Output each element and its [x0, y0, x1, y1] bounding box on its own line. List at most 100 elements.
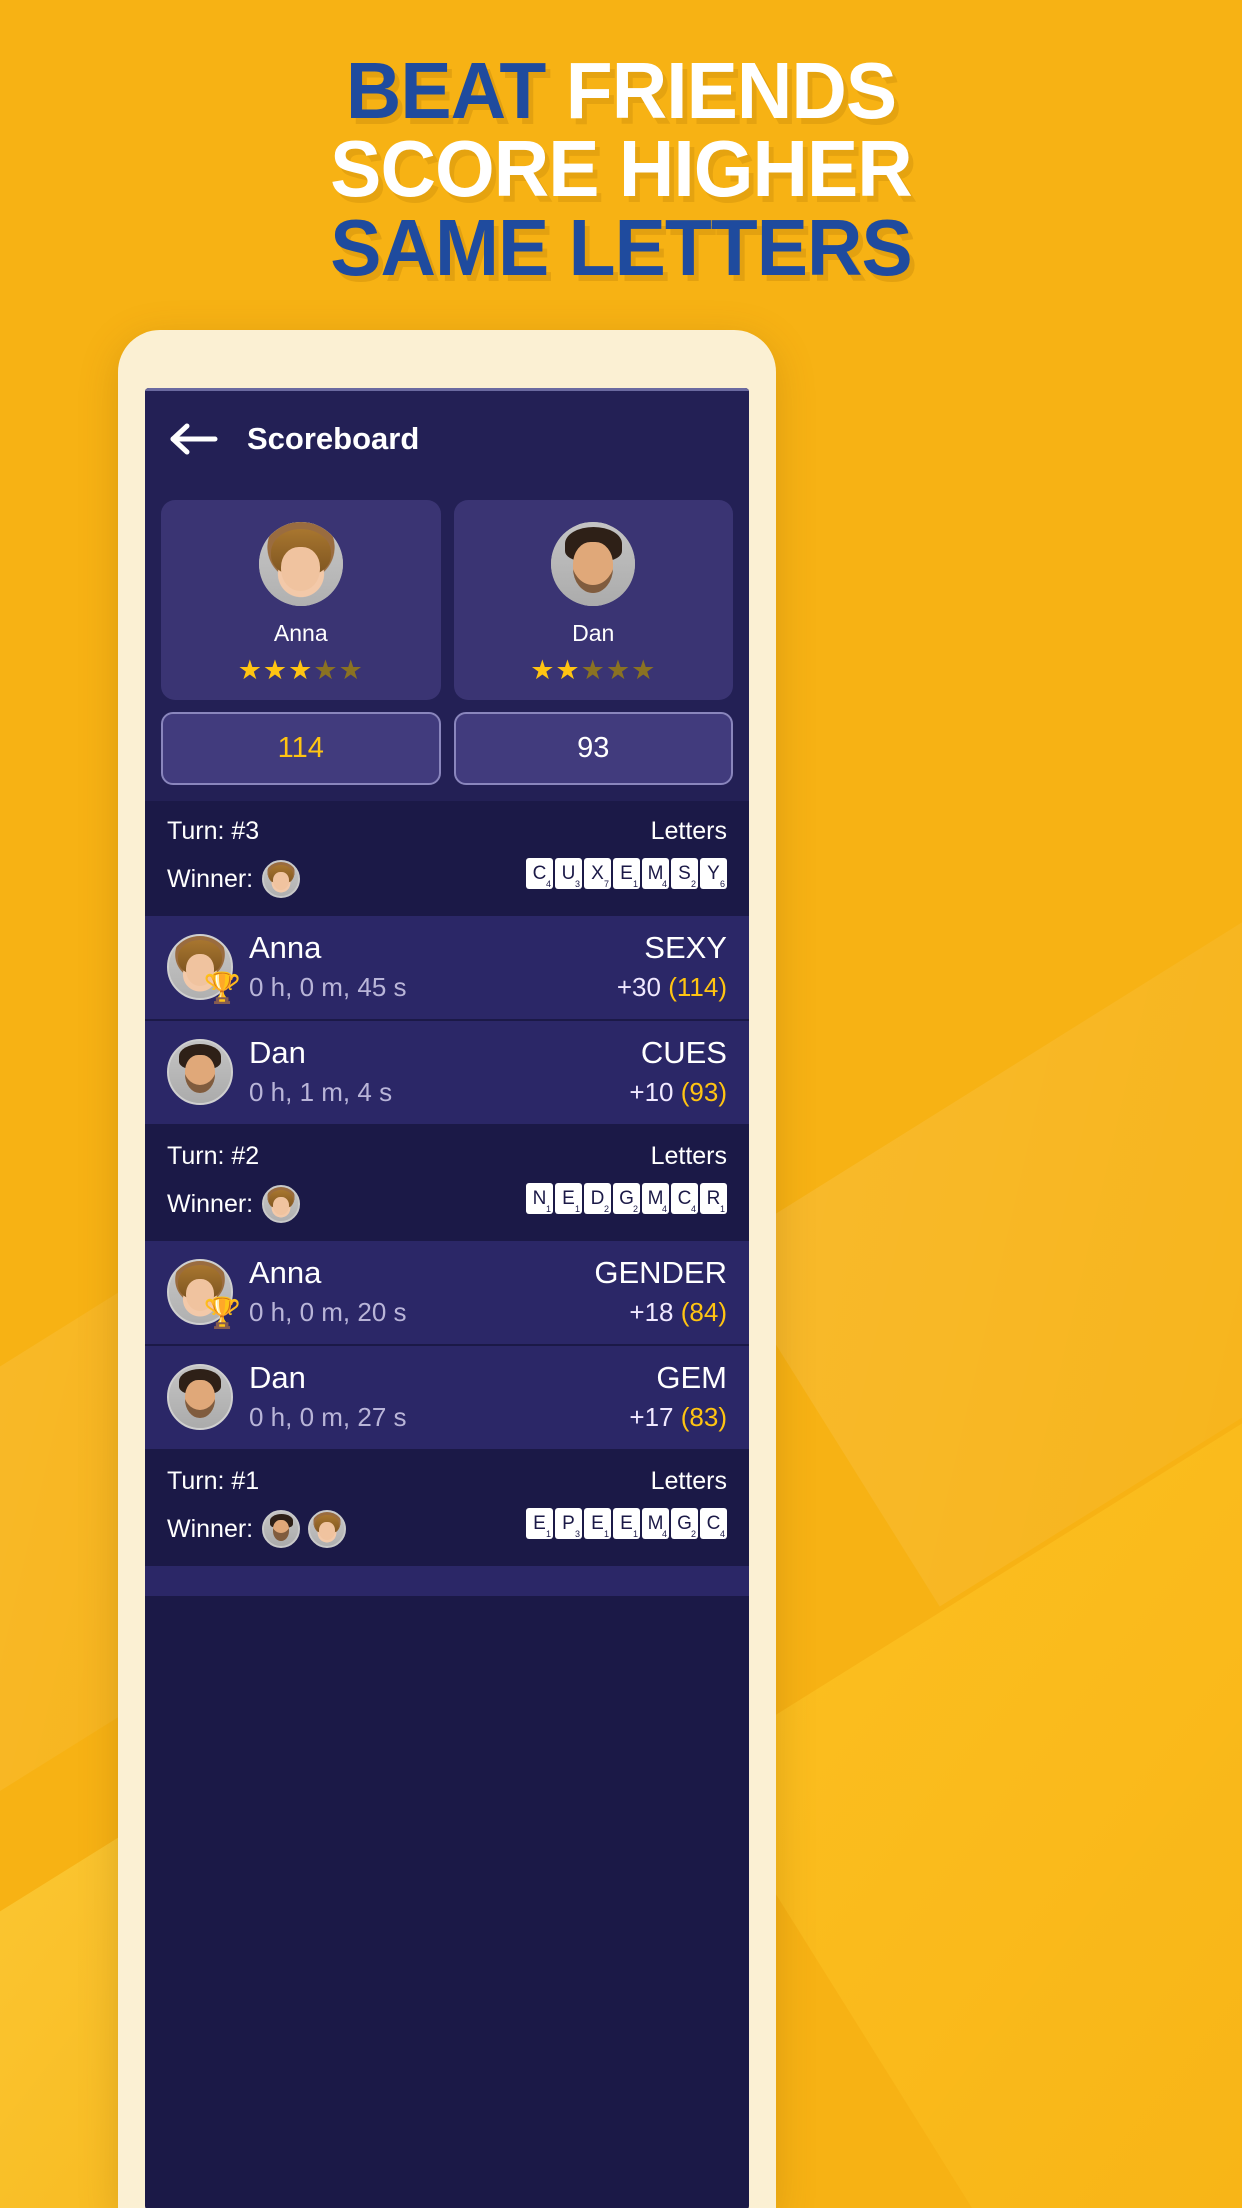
star-icon: ★ [555, 655, 581, 685]
letter-tile: N1 [526, 1183, 553, 1214]
letter-tile: D2 [584, 1183, 611, 1214]
move-gain: +17 [629, 1402, 674, 1432]
letter-tile: C4 [526, 858, 553, 889]
table-row[interactable]: 🏆 Anna GENDER 0 h, 0 m, 20 s +18 (84) [145, 1241, 749, 1346]
letters-section: Letters C4 U3 X7 E1 M4 S2 Y6 [526, 817, 727, 889]
star-rating: ★★★★★ [161, 657, 441, 684]
avatar-wrap [167, 1363, 233, 1430]
turn-info: Turn: #1 Winner: [167, 1467, 347, 1548]
background-streak [717, 773, 1242, 1607]
move-time: 0 h, 0 m, 27 s [249, 1402, 407, 1432]
players-region: Anna ★★★★★ Dan ★★★★★ 114 93 [145, 486, 749, 801]
winner-avatars [262, 1185, 301, 1223]
move-word: SEXY [644, 930, 727, 965]
letter-tile: X7 [584, 858, 611, 889]
letter-tile: C4 [700, 1508, 727, 1539]
winner-line: Winner: [167, 1510, 347, 1548]
turn-label: Turn: #3 [167, 817, 260, 845]
letter-tile: M4 [642, 1508, 669, 1539]
winner-label: Winner: [167, 864, 254, 893]
move-total: (83) [680, 1402, 727, 1432]
avatar-with-trophy: 🏆 [167, 933, 241, 1003]
promo-line-1-beat: BEAT [345, 46, 546, 135]
table-row-partial[interactable] [145, 1566, 749, 1598]
star-icon: ★ [313, 655, 339, 685]
turn-info: Turn: #3 Winner: [167, 817, 301, 898]
avatar [308, 1510, 347, 1548]
letter-tile: E1 [584, 1508, 611, 1539]
trophy-icon: 🏆 [203, 1296, 241, 1330]
letter-tile: M4 [642, 858, 669, 889]
letters-label: Letters [650, 1142, 727, 1170]
move-body: Anna GENDER 0 h, 0 m, 20 s +18 (84) [249, 1255, 727, 1328]
winner-avatars [262, 1510, 347, 1548]
move-player: Dan [249, 1360, 306, 1395]
turn-header: Turn: #3 Winner: Letters C4 U3 X7 E1 M4 … [145, 801, 749, 916]
letter-tile: P3 [555, 1508, 582, 1539]
background-streak [695, 1341, 1242, 2208]
promo-headline: BEAT FRIENDS SCORE HIGHER SAME LETTERS [0, 0, 1242, 292]
move-time: 0 h, 0 m, 45 s [249, 972, 407, 1002]
table-row[interactable]: Dan CUES 0 h, 1 m, 4 s +10 (93) [145, 1021, 749, 1126]
move-points: +10 (93) [629, 1077, 727, 1108]
letters-section: Letters E1 P3 E1 E1 M4 G2 C4 [526, 1467, 727, 1539]
move-player: Anna [249, 930, 322, 965]
star-icon: ★ [338, 655, 364, 685]
winner-line: Winner: [167, 1185, 301, 1223]
move-total: (114) [668, 972, 727, 1002]
table-row[interactable]: Dan GEM 0 h, 0 m, 27 s +17 (83) [145, 1346, 749, 1451]
star-icon: ★ [631, 655, 657, 685]
avatar [167, 1038, 233, 1105]
score-dan: 93 [453, 712, 733, 785]
winner-line: Winner: [167, 860, 301, 898]
star-icon: ★ [530, 655, 556, 685]
promo-line-3: SAME LETTERS [330, 202, 913, 292]
star-icon: ★ [262, 655, 289, 685]
letter-tile: G2 [613, 1183, 640, 1214]
app-screen: Scoreboard Anna ★★★★★ Dan ★★★★★ 114 93 T… [145, 388, 749, 2208]
winner-label: Winner: [167, 1189, 254, 1218]
turn-header: Turn: #1 Winner: Letters E1 P3 E1 E1 M4 [145, 1451, 749, 1566]
player-name: Anna [273, 620, 328, 646]
letters-section: Letters N1 E1 D2 G2 M4 C4 R1 [526, 1142, 727, 1214]
move-total: (93) [680, 1077, 727, 1107]
letter-tiles: N1 E1 D2 G2 M4 C4 R1 [526, 1183, 727, 1214]
move-body: Dan CUES 0 h, 1 m, 4 s +10 (93) [249, 1035, 727, 1108]
letter-tile: U3 [555, 858, 582, 889]
move-time: 0 h, 0 m, 20 s [249, 1297, 407, 1327]
letter-tile: R1 [700, 1183, 727, 1214]
letter-tile: E1 [613, 1508, 640, 1539]
star-icon: ★ [605, 655, 632, 685]
avatar [167, 1363, 233, 1430]
letter-tile: E1 [555, 1183, 582, 1214]
letters-label: Letters [650, 1467, 727, 1495]
move-gain: +10 [629, 1077, 674, 1107]
avatar-with-trophy: 🏆 [167, 1258, 241, 1328]
app-bar: Scoreboard [145, 388, 749, 486]
letter-tile: C4 [671, 1183, 698, 1214]
move-player: Anna [249, 1255, 322, 1290]
avatar [262, 1510, 301, 1548]
score-row: 114 93 [161, 700, 733, 801]
turn-header: Turn: #2 Winner: Letters N1 E1 D2 G2 M4 … [145, 1126, 749, 1241]
back-arrow-icon[interactable] [167, 419, 221, 459]
letter-tile: Y6 [700, 858, 727, 889]
promo-line-2: SCORE HIGHER [330, 124, 913, 214]
player-card-anna[interactable]: Anna ★★★★★ [161, 500, 441, 700]
players-row: Anna ★★★★★ Dan ★★★★★ [161, 500, 733, 700]
move-points: +17 (83) [629, 1402, 727, 1433]
move-word: GENDER [594, 1255, 727, 1290]
move-points: +18 (84) [629, 1297, 727, 1328]
avatar [258, 522, 343, 606]
promo-line-1: BEAT FRIENDS [25, 51, 1217, 131]
phone-mockup: Scoreboard Anna ★★★★★ Dan ★★★★★ 114 93 T… [118, 330, 776, 2208]
move-gain: +18 [629, 1297, 674, 1327]
winner-label: Winner: [167, 1514, 254, 1543]
table-row[interactable]: 🏆 Anna SEXY 0 h, 0 m, 45 s +30 (114) [145, 916, 749, 1021]
avatar [551, 522, 636, 606]
page-title: Scoreboard [247, 420, 420, 456]
letter-tiles: C4 U3 X7 E1 M4 S2 Y6 [526, 858, 727, 889]
star-rating: ★★★★★ [454, 657, 734, 684]
player-card-dan[interactable]: Dan ★★★★★ [453, 500, 734, 700]
letter-tile: G2 [671, 1508, 698, 1539]
